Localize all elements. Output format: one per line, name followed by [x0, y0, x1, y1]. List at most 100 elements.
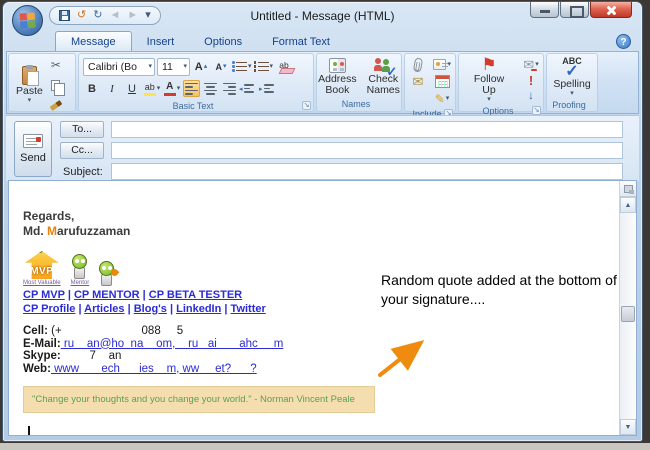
- highlight-caret-icon: ▾: [157, 86, 161, 92]
- permission-button[interactable]: ✉▾: [522, 58, 540, 72]
- subject-label: Subject:: [60, 166, 111, 178]
- subject-input[interactable]: [111, 163, 623, 180]
- tab-format-text[interactable]: Format Text: [257, 32, 345, 51]
- quote-text: "Change your thoughts and you change you…: [32, 394, 355, 405]
- group-basic-text: Calibri (Bo▾ 11▾ A▴ A▾ ▾ ▾ ab B I U: [78, 53, 314, 112]
- link-articles[interactable]: Articles: [84, 303, 124, 315]
- email-link[interactable]: ru an@ho na om, ru ai ahc m: [61, 338, 284, 350]
- align-right-button[interactable]: [221, 80, 238, 97]
- tab-insert[interactable]: Insert: [132, 32, 190, 51]
- font-size-combo[interactable]: 11▾: [157, 58, 190, 76]
- bold-button[interactable]: B: [83, 80, 101, 98]
- paperclip-icon: [413, 57, 423, 72]
- font-family-combo[interactable]: Calibri (Bo▾: [83, 58, 155, 76]
- to-input[interactable]: [111, 121, 623, 138]
- to-button[interactable]: To...: [60, 121, 104, 138]
- numbering-icon: [254, 62, 269, 72]
- increase-indent-icon: ▸: [259, 85, 263, 93]
- check-names-icon: ✓: [373, 57, 393, 73]
- format-painter-button[interactable]: [47, 96, 65, 114]
- attach-item-button[interactable]: ✉: [409, 74, 427, 89]
- shrink-font-button[interactable]: A▾: [212, 58, 230, 76]
- body-scrollbar: ▲ ▼: [619, 181, 636, 435]
- maximize-button[interactable]: [560, 2, 589, 18]
- check-names-button[interactable]: ✓ Check Names: [363, 56, 404, 97]
- minimize-button[interactable]: [530, 2, 559, 18]
- italic-button[interactable]: I: [103, 80, 121, 98]
- cp-badge-links: CP MVP | CP MENTOR | CP BETA TESTER: [23, 289, 375, 303]
- follow-up-button[interactable]: ⚑ Follow Up ▾: [462, 56, 516, 104]
- link-linkedin[interactable]: LinkedIn: [176, 303, 221, 315]
- web-link[interactable]: www ech ies m, ww et? ?: [51, 363, 257, 375]
- badge-row: MVP Most Valuable Mentor: [23, 246, 375, 286]
- font-size-caret-icon: ▾: [183, 64, 187, 70]
- link-cp-mvp[interactable]: CP MVP: [23, 289, 65, 301]
- redo-icon[interactable]: ↻: [93, 10, 102, 21]
- paste-button[interactable]: Paste ▾: [12, 65, 47, 105]
- cc-button[interactable]: Cc...: [60, 142, 104, 159]
- scroll-up-icon[interactable]: ▲: [620, 197, 636, 213]
- window-controls: [529, 2, 632, 18]
- address-book-button[interactable]: Address Book: [314, 57, 361, 97]
- attach-file-button[interactable]: [409, 57, 427, 72]
- mvp-badge: MVP Most Valuable: [23, 251, 61, 286]
- mvp-bug-icon: [35, 244, 44, 253]
- bullets-button[interactable]: ▾: [232, 58, 252, 76]
- highlight-button[interactable]: ab ▾: [143, 80, 161, 98]
- scroll-down-icon[interactable]: ▼: [620, 419, 636, 435]
- email-line: E-Mail: ru an@ho na om, ru ai ahc m: [23, 338, 375, 351]
- scrollbar-thumb[interactable]: [621, 306, 635, 322]
- align-center-button[interactable]: [202, 80, 219, 97]
- previous-item-icon[interactable]: ◄: [109, 10, 120, 21]
- cc-input[interactable]: [111, 142, 623, 159]
- calendar-button[interactable]: [433, 74, 451, 89]
- cut-icon: ✂: [51, 58, 61, 72]
- spelling-caret-icon: ▾: [570, 91, 574, 97]
- decrease-indent-button[interactable]: ◂: [240, 80, 258, 98]
- link-twitter[interactable]: Twitter: [231, 303, 266, 315]
- numbering-caret-icon: ▾: [270, 64, 274, 70]
- underline-button[interactable]: U: [123, 80, 141, 98]
- link-cp-mentor[interactable]: CP MENTOR: [74, 289, 140, 301]
- high-importance-icon: !: [529, 73, 533, 88]
- group-names: Address Book ✓ Check Names Names: [316, 53, 402, 112]
- options-dialog-launcher-icon[interactable]: ↘: [532, 106, 541, 115]
- low-importance-icon: ↓: [528, 88, 534, 102]
- spelling-button[interactable]: ABC ✓ Spelling ▾: [549, 56, 594, 98]
- beta-tester-badge: [99, 261, 114, 286]
- save-icon[interactable]: [59, 10, 70, 21]
- font-color-button[interactable]: A ▾: [163, 80, 181, 98]
- link-cp-profile[interactable]: CP Profile: [23, 303, 75, 315]
- undo-icon[interactable]: ↺: [77, 10, 86, 21]
- send-button[interactable]: Send: [14, 121, 52, 177]
- office-button[interactable]: [12, 5, 43, 36]
- format-painter-icon: [50, 100, 63, 111]
- tab-options[interactable]: Options: [189, 32, 257, 51]
- align-left-button[interactable]: [183, 80, 200, 97]
- tab-message[interactable]: Message: [55, 31, 132, 51]
- body-corner-button[interactable]: [620, 181, 636, 197]
- clear-formatting-button[interactable]: ab: [275, 58, 293, 76]
- ribbon: Paste ▾ ✂ Clipboard ↘ Calibri (Bo▾: [6, 51, 639, 114]
- message-body[interactable]: Regards, Md. Marufuzzaman MVP Most Valua…: [8, 180, 637, 436]
- high-importance-button[interactable]: !: [522, 73, 540, 87]
- link-blogs[interactable]: Blog's: [134, 303, 167, 315]
- names-group-label: Names: [342, 99, 371, 109]
- basic-text-dialog-launcher-icon[interactable]: ↘: [302, 101, 311, 110]
- low-importance-button[interactable]: ↓: [522, 88, 540, 102]
- numbering-button[interactable]: ▾: [254, 58, 274, 76]
- signature-button[interactable]: ✎▾: [433, 91, 451, 106]
- close-button[interactable]: [590, 2, 632, 18]
- name-line: Md. Marufuzzaman: [23, 224, 375, 239]
- contact-info: Cell: (+ 088 5 E-Mail: ru an@ho na om, r…: [23, 325, 375, 375]
- follow-up-flag-icon: ⚑: [481, 57, 496, 73]
- font-color-caret-icon: ▾: [177, 86, 181, 92]
- help-button[interactable]: ?: [616, 34, 631, 49]
- link-cp-beta-tester[interactable]: CP BETA TESTER: [149, 289, 242, 301]
- business-card-button[interactable]: ▾: [433, 57, 451, 72]
- grow-font-button[interactable]: A▴: [192, 58, 210, 76]
- cut-button[interactable]: ✂: [47, 56, 65, 74]
- increase-indent-button[interactable]: ▸: [260, 80, 278, 98]
- scrollbar-track[interactable]: [620, 213, 636, 419]
- copy-button[interactable]: [47, 76, 65, 94]
